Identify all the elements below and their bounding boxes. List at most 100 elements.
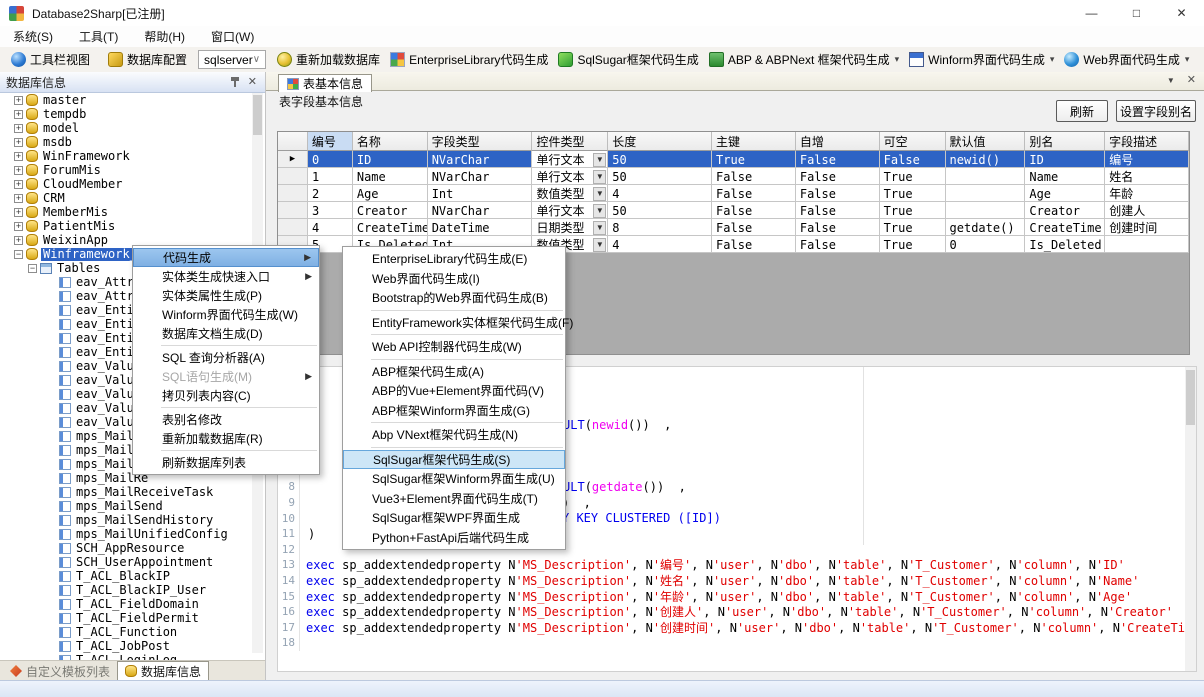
grid-cell[interactable]: 4: [608, 185, 712, 202]
control-type-combo-cell[interactable]: 单行文本▼: [532, 168, 608, 185]
tree-item-tables[interactable]: Tables: [55, 262, 102, 275]
menubar-item-2[interactable]: 帮助(H): [131, 26, 198, 47]
editor-scrollbar[interactable]: [1185, 367, 1196, 671]
grid-cell[interactable]: 50: [608, 151, 712, 168]
tree-scrollbar-thumb[interactable]: [253, 95, 262, 135]
submenu-item-8[interactable]: ABP框架代码生成(A): [343, 362, 565, 382]
grid-cell[interactable]: [946, 185, 1026, 202]
grid-column-header[interactable]: 名称: [353, 132, 428, 151]
close-button[interactable]: ✕: [1159, 0, 1204, 26]
tree-item-database[interactable]: PatientMis: [41, 220, 117, 233]
row-indicator-cell[interactable]: ▶: [278, 151, 308, 168]
tree-expander-icon[interactable]: −: [28, 264, 37, 273]
tree-expander-icon[interactable]: +: [14, 138, 23, 147]
bottom-tab-1[interactable]: 数据库信息: [117, 661, 209, 680]
context-menu-item-4[interactable]: 数据库文档生成(D): [133, 324, 319, 343]
grid-cell[interactable]: True: [880, 168, 946, 185]
tree-item-database[interactable]: CloudMember: [41, 178, 124, 191]
grid-cell[interactable]: False: [796, 168, 880, 185]
tree-item-database[interactable]: model: [41, 122, 81, 135]
tree-item-table[interactable]: T_ACL_Function: [74, 626, 179, 639]
database-type-combo[interactable]: sqlserver∨: [198, 50, 266, 69]
tree-expander-icon[interactable]: +: [14, 166, 23, 175]
tree-item-table[interactable]: SCH_AppResource: [74, 542, 186, 555]
grid-cell[interactable]: NVarChar: [428, 202, 533, 219]
tree-expander-icon[interactable]: −: [14, 250, 23, 259]
toolbar-view-button[interactable]: 工具栏视图: [6, 49, 95, 70]
grid-cell[interactable]: Name: [1025, 168, 1105, 185]
grid-cell[interactable]: ID: [1025, 151, 1105, 168]
table-row[interactable]: 2AgeInt数值类型▼4FalseFalseTrueAge年龄: [278, 185, 1189, 202]
grid-column-header[interactable]: 长度: [608, 132, 712, 151]
grid-cell[interactable]: CreateTime: [353, 219, 428, 236]
cell-dropdown-icon[interactable]: ▼: [593, 170, 606, 184]
grid-cell[interactable]: 8: [608, 219, 712, 236]
minimize-button[interactable]: —: [1069, 0, 1114, 26]
row-indicator-cell[interactable]: [278, 168, 308, 185]
tree-item-database[interactable]: CRM: [41, 192, 67, 205]
panel-close-icon[interactable]: ✕: [248, 77, 257, 88]
row-indicator-cell[interactable]: [278, 202, 308, 219]
grid-column-header[interactable]: 可空: [880, 132, 946, 151]
enterpriselibrary-codegen-button[interactable]: EnterpriseLibrary代码生成: [385, 49, 553, 70]
submenu-item-18[interactable]: Python+FastApi后端代码生成: [343, 528, 565, 548]
sqlsugar-codegen-button[interactable]: SqlSugar框架代码生成: [553, 49, 703, 70]
context-menu-item-2[interactable]: 实体类属性生成(P): [133, 286, 319, 305]
grid-cell[interactable]: Age: [353, 185, 428, 202]
row-indicator-cell[interactable]: [278, 219, 308, 236]
tree-expander-icon[interactable]: +: [14, 96, 23, 105]
abp-codegen-button[interactable]: ABP & ABPNext 框架代码生成▾: [704, 49, 904, 70]
winform-codegen-button[interactable]: Winform界面代码生成▾: [904, 49, 1059, 70]
tree-item-table[interactable]: T_ACL_JobPost: [74, 640, 172, 653]
set-field-alias-button[interactable]: 设置字段别名: [1116, 100, 1196, 122]
grid-cell[interactable]: Name: [353, 168, 428, 185]
grid-cell[interactable]: True: [880, 236, 946, 253]
menubar-item-1[interactable]: 工具(T): [66, 26, 131, 47]
context-menu-item-8[interactable]: 拷贝列表内容(C): [133, 386, 319, 405]
cell-dropdown-icon[interactable]: ▼: [593, 153, 606, 167]
grid-cell[interactable]: [1105, 236, 1189, 253]
table-row[interactable]: 1NameNVarChar单行文本▼50FalseFalseTrueName姓名: [278, 168, 1189, 185]
control-type-combo-cell[interactable]: 数值类型▼: [532, 185, 608, 202]
tree-item-database[interactable]: MemberMis: [41, 206, 110, 219]
submenu-item-17[interactable]: SqlSugar框架WPF界面生成: [343, 508, 565, 528]
tree-item-table[interactable]: mps_MailSend: [74, 500, 165, 513]
submenu-item-14[interactable]: SqlSugar框架代码生成(S): [343, 450, 565, 470]
cell-dropdown-icon[interactable]: ▼: [593, 187, 606, 201]
tree-expander-icon[interactable]: +: [14, 194, 23, 203]
context-menu-item-10[interactable]: 表别名修改: [133, 410, 319, 429]
tab-table-basic-info[interactable]: 表基本信息: [278, 74, 372, 92]
tree-expander-icon[interactable]: +: [14, 222, 23, 231]
grid-cell[interactable]: 2: [308, 185, 353, 202]
grid-cell[interactable]: Age: [1025, 185, 1105, 202]
grid-cell[interactable]: False: [796, 219, 880, 236]
context-menu-item-7[interactable]: SQL语句生成(M)▶: [133, 367, 319, 386]
pin-icon[interactable]: [230, 76, 240, 88]
tree-item-database[interactable]: tempdb: [41, 108, 88, 121]
grid-column-header[interactable]: 默认值: [946, 132, 1026, 151]
submenu-item-12[interactable]: Abp VNext框架代码生成(N): [343, 425, 565, 445]
submenu-item-16[interactable]: Vue3+Element界面代码生成(T): [343, 489, 565, 509]
grid-cell[interactable]: [946, 168, 1026, 185]
context-menu-item-0[interactable]: 代码生成▶: [133, 248, 319, 267]
grid-cell[interactable]: 创建时间: [1105, 219, 1189, 236]
tree-item-database[interactable]: WinFramework: [41, 150, 132, 163]
submenu-item-6[interactable]: Web API控制器代码生成(W): [343, 337, 565, 357]
tree-expander-icon[interactable]: +: [14, 208, 23, 217]
tree-item-database[interactable]: msdb: [41, 136, 74, 149]
grid-cell[interactable]: 1: [308, 168, 353, 185]
grid-cell[interactable]: Is_Deleted: [1025, 236, 1105, 253]
grid-cell[interactable]: 0: [946, 236, 1026, 253]
tree-item-database[interactable]: ForumMis: [41, 164, 103, 177]
grid-column-header[interactable]: 字段描述: [1105, 132, 1189, 151]
grid-cell[interactable]: Int: [428, 185, 533, 202]
submenu-item-0[interactable]: EnterpriseLibrary代码生成(E): [343, 249, 565, 269]
grid-cell[interactable]: True: [880, 219, 946, 236]
grid-cell[interactable]: [946, 202, 1026, 219]
grid-column-header[interactable]: 字段类型: [428, 132, 533, 151]
submenu-item-15[interactable]: SqlSugar框架Winform界面生成(U): [343, 469, 565, 489]
context-menu-item-3[interactable]: Winform界面代码生成(W): [133, 305, 319, 324]
grid-cell[interactable]: 50: [608, 168, 712, 185]
grid-cell[interactable]: DateTime: [428, 219, 533, 236]
grid-cell[interactable]: getdate(): [946, 219, 1026, 236]
